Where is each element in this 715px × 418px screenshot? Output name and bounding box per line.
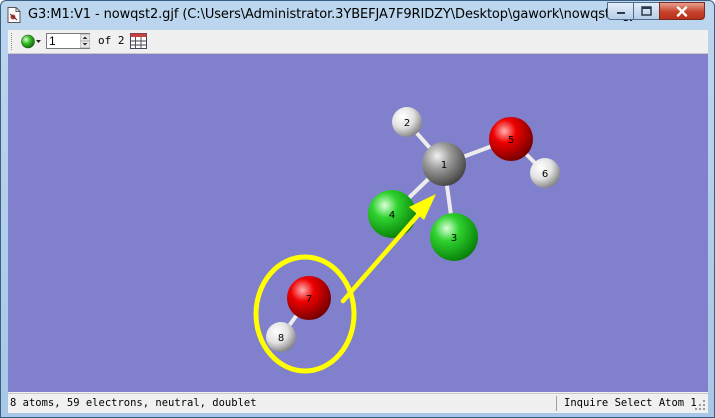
resize-grip-icon[interactable] — [694, 399, 706, 411]
atom-3[interactable]: 3 — [430, 213, 478, 261]
maximize-button[interactable] — [633, 2, 660, 20]
status-molecule-info: 8 atoms, 59 electrons, neutral, doublet — [10, 397, 257, 409]
atom-8[interactable]: 8 — [266, 322, 296, 352]
molecule-canvas[interactable]: 2 6 5 4 1 3 8 7 — [8, 54, 708, 392]
atom-label: 5 — [508, 135, 514, 146]
molecule-index-spinner[interactable] — [80, 34, 90, 48]
atom-2[interactable]: 2 — [392, 107, 422, 137]
close-button[interactable] — [659, 2, 705, 20]
title-bar[interactable]: G3:M1:V1 - nowqst2.gjf (C:\Users\Adminis… — [1, 1, 714, 29]
document-icon — [7, 7, 21, 23]
atom-label: 1 — [441, 160, 447, 171]
atom-label: 4 — [389, 210, 395, 221]
minimize-icon — [616, 12, 625, 14]
window-title: G3:M1:V1 - nowqst2.gjf (C:\Users\Adminis… — [28, 7, 644, 22]
atom-label: 8 — [278, 333, 284, 344]
atom-label: 3 — [451, 233, 457, 244]
atoms: 2 6 5 4 1 3 8 7 — [266, 107, 560, 352]
atom-ball-dropdown-button[interactable] — [20, 33, 42, 50]
molecule-count-label: of 2 — [98, 34, 125, 47]
toolbar-grip[interactable] — [11, 33, 15, 50]
atom-1[interactable]: 1 — [422, 142, 466, 186]
atom-6[interactable]: 6 — [530, 158, 560, 188]
atom-5[interactable]: 5 — [489, 117, 533, 161]
atom-4[interactable]: 4 — [368, 190, 416, 238]
status-mode: Inquire Select Atom 1 — [564, 397, 697, 409]
status-bar: 8 atoms, 59 electrons, neutral, doublet … — [8, 393, 708, 413]
minimize-button[interactable] — [607, 2, 634, 20]
client-area: of 2 — [8, 30, 708, 413]
app-window: G3:M1:V1 - nowqst2.gjf (C:\Users\Adminis… — [0, 0, 715, 418]
maximize-icon — [641, 6, 652, 16]
molecule-viewport[interactable]: 2 6 5 4 1 3 8 7 — [8, 54, 708, 392]
atom-label: 2 — [404, 118, 410, 129]
atom-label: 7 — [306, 294, 312, 305]
spreadsheet-icon[interactable] — [130, 33, 147, 49]
atom-7[interactable]: 7 — [287, 276, 331, 320]
toolbar: of 2 — [8, 30, 708, 54]
status-divider — [556, 396, 557, 411]
atom-label: 6 — [542, 169, 548, 180]
chevron-down-icon — [36, 40, 41, 43]
close-icon — [676, 5, 688, 17]
